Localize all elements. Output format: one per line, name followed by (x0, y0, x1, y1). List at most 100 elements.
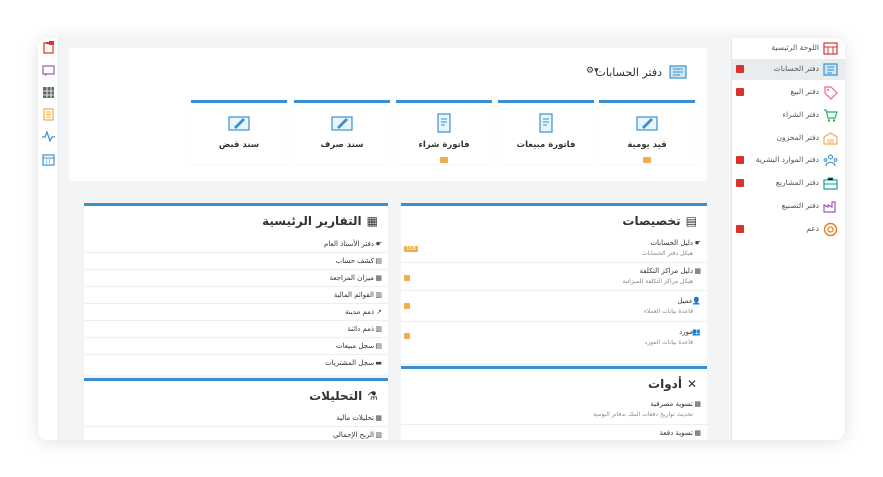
tile-badge (440, 157, 448, 163)
list-item[interactable]: ▦ تحليلات مالية (84, 410, 388, 427)
row-subtitle: تحديث تواريخ دفعات البنك بدفاتر اليومية (593, 411, 693, 418)
document-icon: ▤ (685, 214, 697, 228)
row-icon: ▥ (375, 431, 382, 439)
page-title: دفتر الحسابات (596, 63, 689, 81)
sidebar-item-label: دفتر الشراء (782, 110, 819, 119)
sidebar-item-projects[interactable]: دفتر المشاريع (732, 173, 845, 194)
tile-receipt-voucher[interactable]: سند قبض (191, 100, 287, 164)
gear-icon[interactable]: ⚙▾ (586, 66, 599, 76)
invoice-icon (437, 113, 451, 133)
list-item[interactable]: ▦ ميزان المراجعة (84, 270, 388, 287)
briefcase-icon (823, 177, 838, 190)
sidebar-item-label: دفتر الحسابات (773, 64, 819, 73)
main-reports-panel: ▦ التقارير الرئيسية ☛ دفتر الأستاذ العام … (84, 203, 388, 375)
tile-purchase-invoice[interactable]: فاتورة شراء (396, 100, 492, 164)
allocations-panel: ▤ تخصيصات ☛ دليل الحسابات هيكل دفتر الحس… (401, 203, 707, 363)
list-item[interactable]: ☛ دليل الحسابات هيكل دفتر الحسابات 158 (401, 236, 707, 263)
sidebar-item-manufacturing[interactable]: دفتر التصنيع (732, 196, 845, 217)
row-subtitle: قاعدة بيانات المورد (644, 339, 693, 346)
sidebar-item-sales[interactable]: دفتر البيع (732, 82, 845, 103)
analytics-panel: ⚗ التحليلات ▦ تحليلات مالية ▥ الربح الإجما… (84, 378, 388, 440)
row-icon: ▤ (375, 342, 382, 350)
sidebar-item-label: دفتر التصنيع (781, 201, 819, 210)
reports-title-text: التقارير الرئيسية (262, 214, 362, 228)
notification-badge (736, 88, 744, 96)
cart-icon (824, 109, 838, 122)
list-item[interactable]: ▬ سجل المشتريات (84, 355, 388, 372)
notification-badge (736, 179, 744, 187)
calendar-icon[interactable] (42, 153, 55, 166)
clipboard-icon[interactable] (42, 41, 55, 54)
chat-icon[interactable] (42, 64, 55, 77)
sidebar-item-dashboard[interactable]: اللوحة الرئيسية (732, 38, 845, 59)
edit-doc-icon (228, 116, 250, 131)
notification-badge (736, 156, 744, 164)
dashboard-icon (823, 42, 838, 55)
sidebar-item-inventory[interactable]: دفتر المخزون (732, 128, 845, 149)
count-badge (404, 333, 410, 339)
lifebuoy-icon (823, 222, 838, 237)
tools-title-text: أدوات (648, 377, 682, 391)
row-icon: ▤ (375, 257, 382, 265)
list-item[interactable]: ↗ ذمم مدينة (84, 304, 388, 321)
row-label: دليل مراكز التكلفة (639, 267, 693, 275)
invoice-icon (539, 113, 553, 133)
page-title-text: دفتر الحسابات (595, 65, 662, 79)
row-icon: ↗ (376, 308, 382, 316)
grid-icon[interactable] (42, 86, 55, 99)
row-label: سجل مبيعات (336, 342, 374, 350)
row-subtitle: قاعدة بيانات العملاء (643, 308, 693, 315)
row-icon: ▦ (375, 274, 382, 282)
row-label: ذمم مدينة (345, 308, 374, 316)
app-window: دفتر الحسابات ⚙▾ قيد يومية فاتورة مبيعات… (38, 38, 845, 440)
list-item[interactable]: ▥ ذمم دائنة (84, 321, 388, 338)
list-item[interactable]: ▦ دليل مراكز التكلفة هيكل مراكز التكلفة … (401, 263, 707, 291)
row-subtitle: هيكل مراكز التكلفة للميزانية (622, 278, 693, 285)
flask-icon: ⚗ (367, 389, 378, 403)
row-label: دفتر الأستاذ العام (324, 240, 374, 248)
tile-journal-entry[interactable]: قيد يومية (599, 100, 695, 164)
pulse-icon[interactable] (42, 130, 55, 143)
row-icon: ▬ (375, 359, 382, 367)
row-label: تسوية دفعة (659, 429, 693, 437)
row-icon: ▦ (694, 400, 701, 408)
sidebar-item-hr[interactable]: دفتر الموارد البشرية (732, 150, 845, 171)
row-icon: ▥ (375, 325, 382, 333)
list-item[interactable]: ▦ تسوية دفعة (401, 425, 707, 440)
warehouse-icon (823, 132, 838, 145)
row-label: كشف حساب (335, 257, 374, 265)
sidebar-item-ledger[interactable]: دفتر الحسابات (732, 59, 845, 80)
list-item[interactable]: 👤 عميل قاعدة بيانات العملاء (401, 291, 707, 322)
tile-sales-invoice[interactable]: فاتورة مبيعات (498, 100, 594, 164)
allocations-title-text: تخصيصات (622, 214, 681, 228)
tile-label: فاتورة مبيعات (516, 140, 576, 150)
list-item[interactable]: ▤ سجل مبيعات (84, 338, 388, 355)
row-label: الربح الإجمالي (332, 431, 374, 439)
tile-badge (643, 157, 651, 163)
row-label: ذمم دائنة (347, 325, 374, 333)
sidebar-item-purchase[interactable]: دفتر الشراء (732, 105, 845, 126)
notes-icon[interactable] (42, 108, 55, 121)
list-item[interactable]: ▦ تسوية مصرفية تحديث تواريخ دفعات البنك … (401, 397, 707, 425)
notification-badge (736, 65, 744, 73)
row-label: سجل المشتريات (325, 359, 374, 367)
count-badge: 158 (404, 246, 418, 252)
row-label: تسوية مصرفية (650, 400, 693, 408)
list-item[interactable]: ▥ الربح الإجمالي (84, 427, 388, 440)
analytics-title: ⚗ التحليلات (309, 389, 378, 403)
row-icon: ☛ (375, 240, 382, 248)
reports-title: ▦ التقارير الرئيسية (262, 214, 378, 228)
list-item[interactable]: ▤ كشف حساب (84, 253, 388, 270)
list-item[interactable]: ▥ القوائم المالية (84, 287, 388, 304)
row-icon: 👥 (692, 328, 701, 336)
sidebar-item-label: دفتر المشاريع (775, 178, 819, 187)
row-label: عميل (677, 297, 693, 305)
analytics-title-text: التحليلات (309, 389, 363, 403)
list-item[interactable]: ☛ دفتر الأستاذ العام (84, 236, 388, 253)
row-label: القوائم المالية (333, 291, 374, 299)
tile-payment-voucher[interactable]: سند صرف (294, 100, 390, 164)
ledger-header-card: دفتر الحسابات ⚙▾ قيد يومية فاتورة مبيعات… (69, 48, 707, 181)
row-label: دليل الحسابات (650, 239, 693, 247)
list-item[interactable]: 👥 مورد قاعدة بيانات المورد (401, 322, 707, 352)
sidebar-item-support[interactable]: دعم (732, 219, 845, 240)
